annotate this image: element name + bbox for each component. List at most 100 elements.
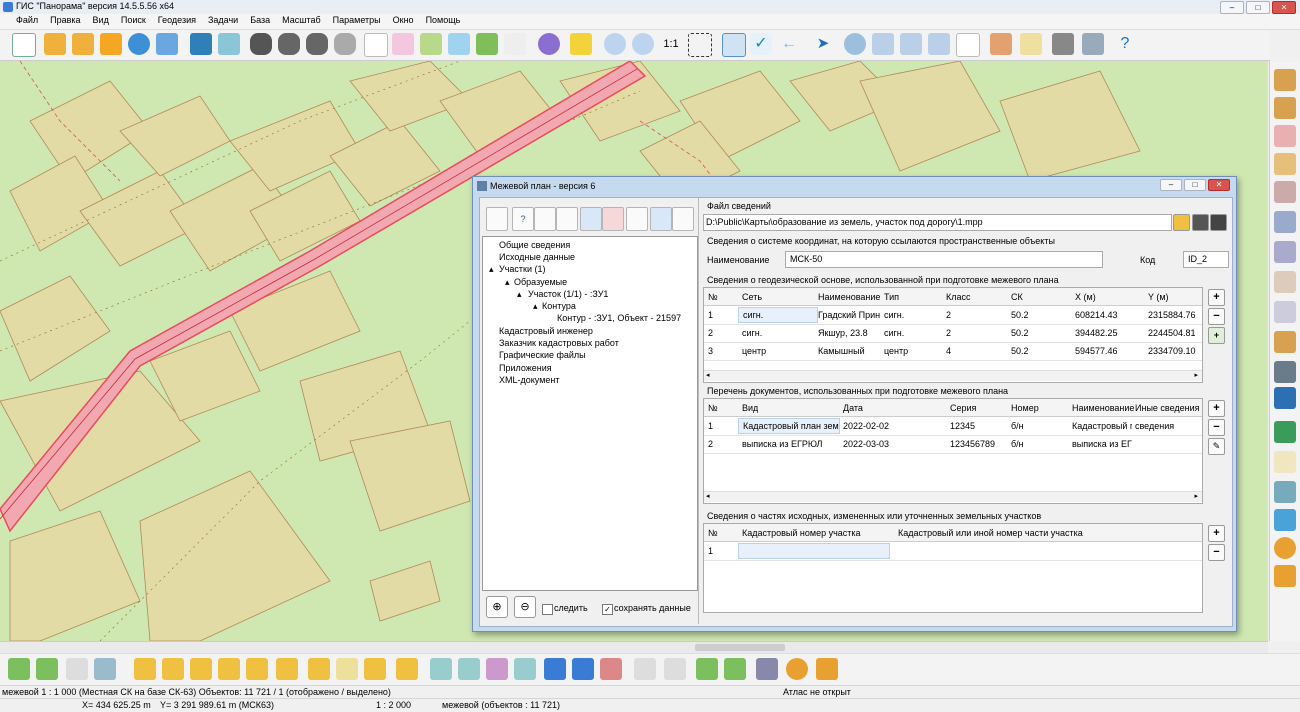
menu-file[interactable]: Файл: [0, 14, 44, 29]
text-object-icon[interactable]: [956, 33, 980, 57]
open-folder-icon[interactable]: [44, 33, 66, 55]
documents-table[interactable]: № Вид Дата Серия Номер Наименование Иные…: [703, 398, 1203, 504]
zoom-in-icon[interactable]: [632, 33, 654, 55]
gear-icon[interactable]: [1274, 537, 1296, 559]
mp-xml-icon[interactable]: [308, 658, 330, 680]
table-row[interactable]: 2 выписка из ЕГРЮЛ 2022-03-03 123456789 …: [704, 435, 1202, 454]
map-list-icon[interactable]: [928, 33, 950, 55]
exit-door-icon[interactable]: [816, 658, 838, 680]
print-preview-icon[interactable]: [1082, 33, 1104, 55]
help-icon[interactable]: [1274, 509, 1296, 531]
compass-icon[interactable]: [1274, 181, 1296, 203]
save-as-icon[interactable]: [1210, 214, 1227, 231]
menu-geodesy[interactable]: Геодезия: [152, 14, 202, 29]
tree-item-customer[interactable]: Заказчик кадастровых работ: [499, 338, 619, 348]
new-document-icon[interactable]: [534, 207, 556, 231]
edit-object-icon[interactable]: [420, 33, 442, 55]
geodetic-table[interactable]: № Сеть Наименование Тип Класс СК X (м) Y…: [703, 287, 1203, 383]
tree-item-plot-1[interactable]: Участок (1/1) - :ЗУ1: [528, 289, 608, 299]
zoom-out-icon[interactable]: ⊖: [514, 596, 536, 618]
document-icon[interactable]: [1274, 451, 1296, 473]
draw-line-icon[interactable]: [1274, 97, 1296, 119]
scroll-right-icon[interactable]: ▸: [1194, 492, 1198, 500]
menu-scale[interactable]: Масштаб: [276, 14, 327, 29]
help-question-icon[interactable]: ?: [512, 207, 534, 231]
printer-icon[interactable]: [1274, 361, 1296, 383]
help-pointer-icon[interactable]: ?: [1114, 33, 1136, 55]
signature-icon[interactable]: [1274, 331, 1296, 353]
menu-help[interactable]: Помощь: [420, 14, 467, 29]
follow-checkbox[interactable]: [542, 604, 553, 615]
tree-item-source-data[interactable]: Исходные данные: [499, 252, 575, 262]
geodetic-remove-button[interactable]: −: [1208, 308, 1225, 325]
documents-edit-button[interactable]: ✎: [1208, 438, 1225, 455]
np-icon[interactable]: [218, 658, 240, 680]
scroll-right-icon[interactable]: ▸: [1194, 371, 1198, 379]
open-file-icon[interactable]: [1173, 214, 1190, 231]
xml-import-icon[interactable]: [36, 658, 58, 680]
table-row[interactable]: 1 сигн. Градский Прин сигн. 2 50.2 60821…: [704, 306, 1202, 325]
draw-point-icon[interactable]: [1274, 69, 1296, 91]
tp-xml-icon[interactable]: [458, 658, 480, 680]
tree-item-contour-1[interactable]: Контур - :ЗУ1, Объект - 21597: [557, 313, 681, 323]
fit-view-icon[interactable]: [688, 33, 712, 57]
word-export-icon[interactable]: [580, 207, 602, 231]
table-horizontal-scrollbar[interactable]: ◂ ▸: [704, 491, 1202, 502]
menu-database[interactable]: База: [244, 14, 276, 29]
scroll-left-icon[interactable]: ◂: [706, 371, 710, 379]
xml-export-icon[interactable]: [8, 658, 30, 680]
back-arrow-icon[interactable]: ←: [778, 33, 800, 55]
table-cell-selected[interactable]: сигн.: [738, 307, 818, 323]
np-xml-icon[interactable]: [246, 658, 268, 680]
window-view-icon[interactable]: [722, 33, 746, 57]
ks-icon[interactable]: [544, 658, 566, 680]
tree-item-appendices[interactable]: Приложения: [499, 363, 552, 373]
scroll-left-icon[interactable]: ◂: [706, 492, 710, 500]
settings-gear-icon[interactable]: [786, 658, 808, 680]
measure-icon[interactable]: [1020, 33, 1042, 55]
tree-item-contours[interactable]: Контура: [542, 301, 576, 311]
parts-remove-button[interactable]: −: [1208, 544, 1225, 561]
coord-name-field[interactable]: МСК-50: [785, 251, 1103, 268]
delete-xml-icon[interactable]: [600, 658, 622, 680]
edit-document-icon[interactable]: [556, 207, 578, 231]
zoom-in-icon[interactable]: ⊕: [486, 596, 508, 618]
sem-icon[interactable]: [66, 658, 88, 680]
dialog-title-bar[interactable]: Межевой план - версия 6 – □ ✕: [473, 177, 1236, 195]
table-row[interactable]: 1: [704, 542, 1202, 561]
xml-export-dialog-icon[interactable]: [602, 207, 624, 231]
menu-window[interactable]: Окно: [387, 14, 420, 29]
zhd-icon[interactable]: [190, 658, 212, 680]
add-list-icon[interactable]: [672, 207, 694, 231]
mp-xml-2-icon[interactable]: [364, 658, 386, 680]
map-navigation-icon[interactable]: [844, 33, 866, 55]
new-map-icon[interactable]: [12, 33, 36, 57]
tree-expand-icon[interactable]: ▴: [533, 301, 538, 312]
documents-remove-button[interactable]: −: [1208, 419, 1225, 436]
tree-item-general[interactable]: Общие сведения: [499, 240, 570, 250]
menu-view[interactable]: Вид: [87, 14, 115, 29]
mp-xml-3-icon[interactable]: [396, 658, 418, 680]
tree-item-plots[interactable]: Участки (1): [499, 264, 546, 274]
open-data-icon[interactable]: [72, 33, 94, 55]
merge-icon[interactable]: [1274, 241, 1296, 263]
print-icon[interactable]: [1052, 33, 1074, 55]
actual-scale-button[interactable]: 1:1: [660, 33, 682, 55]
draw-arc-icon[interactable]: [1274, 153, 1296, 175]
kpt-w-icon[interactable]: [162, 658, 184, 680]
binoculars-icon[interactable]: [250, 33, 272, 55]
mp-doc-icon[interactable]: [336, 658, 358, 680]
save-file-icon[interactable]: [1192, 214, 1209, 231]
documents-add-button[interactable]: +: [1208, 400, 1225, 417]
map-window-icon[interactable]: [872, 33, 894, 55]
table-row[interactable]: 1 Кадастровый план земе 2022-02-02 12345…: [704, 417, 1202, 436]
list-icon[interactable]: [364, 33, 388, 57]
house-icon[interactable]: [94, 658, 116, 680]
xml-plus-icon[interactable]: [696, 658, 718, 680]
table-horizontal-scrollbar[interactable]: ◂ ▸: [704, 370, 1202, 381]
table-cell-selected[interactable]: Кадастровый план земе: [738, 418, 840, 434]
tree-expand-icon[interactable]: ▴: [489, 264, 494, 275]
exit-dialog-icon[interactable]: [486, 207, 508, 231]
tree-item-graphics[interactable]: Графические файлы: [499, 350, 586, 360]
cut-icon[interactable]: [1274, 271, 1296, 293]
